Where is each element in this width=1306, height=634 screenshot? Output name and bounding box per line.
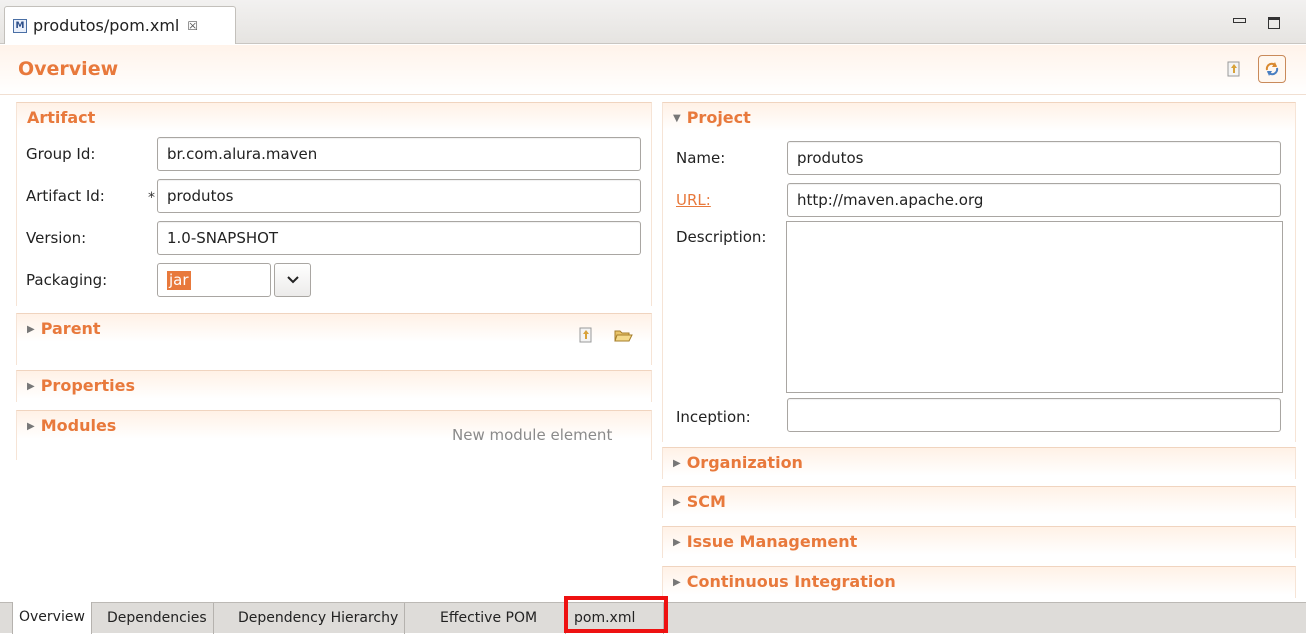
open-parent-icon[interactable] (577, 326, 595, 348)
continuous-integration-section[interactable]: ▶ Continuous Integration (662, 566, 1296, 598)
editor-tab-title: produtos/pom.xml (33, 16, 180, 35)
open-parent-icon[interactable] (1223, 58, 1245, 80)
triangle-right-icon: ▶ (673, 577, 681, 588)
scm-section[interactable]: ▶ SCM (662, 486, 1296, 518)
inception-field[interactable] (787, 398, 1281, 432)
close-icon[interactable]: ☒ (187, 19, 198, 33)
triangle-right-icon: ▶ (673, 458, 681, 469)
new-module-hint[interactable]: New module element (452, 426, 612, 444)
issue-management-section-title: ▶ Issue Management (673, 532, 858, 551)
maven-file-icon: M (13, 18, 27, 33)
editor-tab-strip: M produtos/pom.xml ☒ (0, 0, 1306, 44)
highlight-box (564, 596, 668, 633)
tab-overview[interactable]: Overview (12, 602, 92, 634)
maximize-icon[interactable] (1268, 17, 1280, 29)
packaging-combo[interactable]: jar (157, 263, 271, 297)
properties-section-title: ▶ Properties (27, 376, 136, 395)
tab-dependency-hierarchy[interactable]: Dependency Hierarchy (232, 603, 406, 634)
scm-section-title: ▶ SCM (673, 492, 726, 511)
modules-section-title: ▶ Modules (27, 416, 117, 435)
name-field[interactable]: produtos (787, 141, 1281, 175)
triangle-right-icon: ▶ (673, 537, 681, 548)
version-label: Version: (26, 229, 87, 247)
chevron-down-icon (286, 276, 299, 284)
continuous-integration-section-title: ▶ Continuous Integration (673, 572, 896, 591)
artifact-section-title: Artifact (27, 108, 96, 127)
name-label: Name: (676, 149, 726, 167)
properties-section[interactable]: ▶ Properties (16, 370, 652, 402)
organization-section[interactable]: ▶ Organization (662, 447, 1296, 479)
parent-section[interactable]: ▶ Parent (16, 313, 652, 365)
group-id-field[interactable]: br.com.alura.maven (157, 137, 641, 171)
version-field[interactable]: 1.0-SNAPSHOT (157, 221, 641, 255)
triangle-down-icon: ▼ (673, 113, 681, 124)
group-id-label: Group Id: (26, 145, 96, 163)
triangle-right-icon: ▶ (27, 421, 35, 432)
description-textarea[interactable] (786, 221, 1283, 393)
triangle-right-icon: ▶ (27, 324, 35, 335)
parent-section-title: ▶ Parent (27, 319, 101, 338)
tab-dependencies[interactable]: Dependencies (101, 603, 214, 634)
artifact-id-field[interactable]: produtos (157, 179, 641, 213)
url-field[interactable]: http://maven.apache.org (787, 183, 1281, 217)
minimize-icon[interactable] (1232, 14, 1246, 28)
page-title: Overview (18, 58, 119, 80)
project-section-title: ▼ Project (673, 108, 751, 127)
folder-open-icon[interactable] (613, 326, 633, 348)
required-marker: * (148, 190, 155, 206)
editor-tab-pom[interactable]: M produtos/pom.xml ☒ (4, 6, 236, 44)
organization-section-title: ▶ Organization (673, 453, 803, 472)
url-link[interactable]: URL: (676, 191, 711, 209)
tab-effective-pom[interactable]: Effective POM (434, 603, 566, 634)
packaging-label: Packaging: (26, 271, 108, 289)
description-label: Description: (676, 228, 767, 246)
modules-section[interactable]: ▶ Modules New module element (16, 410, 652, 460)
packaging-value: jar (167, 271, 191, 290)
triangle-right-icon: ▶ (27, 381, 35, 392)
refresh-icon[interactable] (1258, 55, 1286, 83)
triangle-right-icon: ▶ (673, 497, 681, 508)
packaging-dropdown-button[interactable] (274, 263, 311, 297)
issue-management-section[interactable]: ▶ Issue Management (662, 526, 1296, 558)
form-header: Overview (0, 45, 1306, 95)
artifact-id-label: Artifact Id: (26, 187, 105, 205)
inception-label: Inception: (676, 408, 751, 426)
